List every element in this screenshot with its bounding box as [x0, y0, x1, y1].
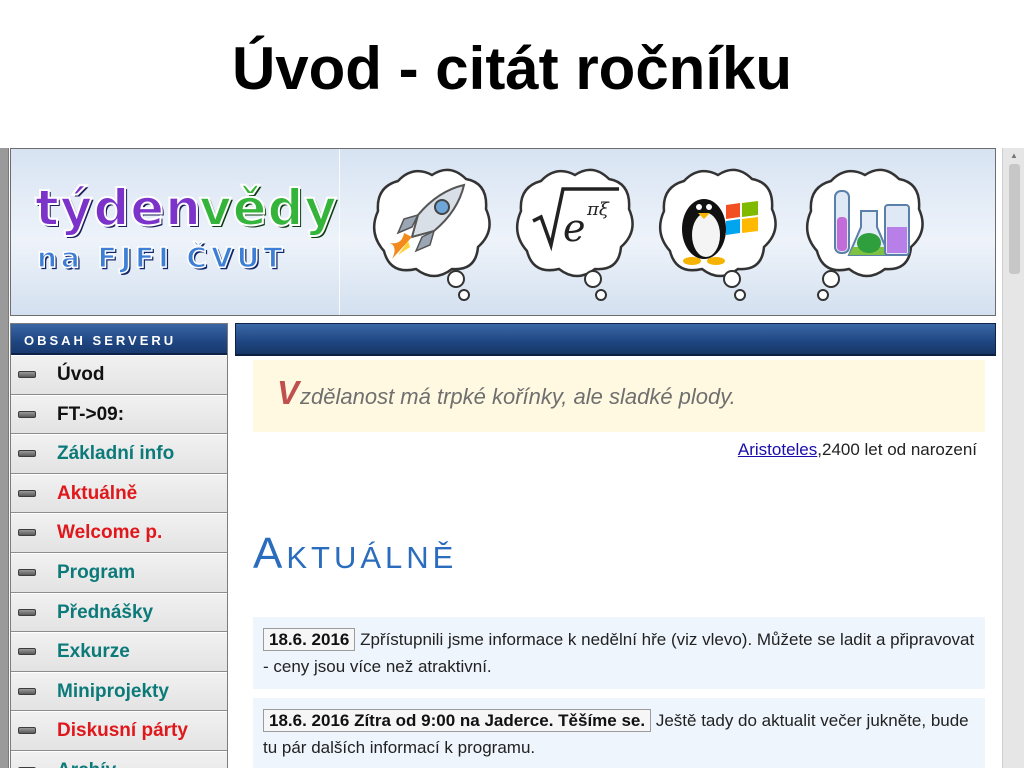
sidebar-item[interactable]: Program — [11, 552, 227, 593]
page-viewport: týden vědy na FJFI ČVUT e πξ OBSAH SERVE… — [0, 148, 1024, 768]
section-title-rest: KTUÁLNĚ — [286, 540, 458, 575]
svg-text:πξ: πξ — [586, 199, 610, 220]
menu-bullet-icon — [18, 608, 36, 616]
main-header-bar — [235, 323, 996, 356]
chemistry-flasks-icon — [805, 168, 924, 301]
sidebar-item-label[interactable]: Archív — [57, 760, 116, 768]
rocket-icon — [372, 168, 491, 301]
sidebar-item[interactable]: Welcome p. — [11, 513, 227, 553]
scroll-thumb[interactable] — [1009, 164, 1020, 274]
left-frame-edge — [0, 148, 9, 768]
logo-text-vedy: vědy — [198, 178, 338, 238]
menu-bullet-icon — [18, 529, 36, 537]
sidebar-item[interactable]: FT->09: — [11, 394, 227, 435]
menu-bullet-icon — [18, 489, 36, 497]
logo-text-tyden: týden — [34, 178, 202, 238]
sidebar-item[interactable]: Aktuálně — [11, 473, 227, 514]
menu-bullet-icon — [18, 568, 36, 576]
news-text: Zpřístupnili jsme informace k nedělní hř… — [263, 630, 975, 676]
sidebar-item-label[interactable]: FT->09: — [57, 404, 124, 426]
news-item: 18.6. 2016 Zpřístupnili jsme informace k… — [253, 617, 985, 689]
menu-bullet-icon — [18, 410, 36, 418]
nav-list: Úvod FT->09: Základní info Aktuálně Welcome … — [11, 355, 227, 768]
window-title-bar: Úvod - citát ročníku — [0, 0, 1024, 148]
menu-bullet-icon — [18, 450, 36, 458]
banner-divider — [339, 149, 340, 315]
quote-box: V zdělanost má trpké kořínky, ale sladké… — [253, 360, 985, 432]
quote-attribution: Aristoteles,2400 let od narození — [738, 440, 977, 460]
site-logo[interactable]: týden vědy na FJFI ČVUT — [31, 178, 338, 279]
sidebar-item-label[interactable]: Exkurze — [57, 641, 130, 663]
quote-text: zdělanost má trpké kořínky, ale sladké p… — [300, 384, 736, 409]
sidebar-item-label[interactable]: Program — [57, 562, 135, 584]
vertical-scrollbar[interactable]: ▲ — [1002, 148, 1024, 768]
main-content: V zdělanost má trpké kořínky, ale sladké… — [235, 323, 996, 768]
scroll-up-arrow-icon[interactable]: ▲ — [1003, 148, 1024, 164]
sidebar-header: OBSAH SERVERU — [11, 324, 227, 355]
sidebar-item-label[interactable]: Aktuálně — [57, 483, 137, 505]
news-item: 18.6. 2016 Zítra od 9:00 na Jaderce. Těš… — [253, 698, 985, 768]
sidebar-item[interactable]: Úvod — [11, 355, 227, 395]
sidebar-item[interactable]: Přednášky — [11, 592, 227, 633]
section-title: AKTUÁLNĚ — [253, 529, 457, 579]
quote-attribution-suffix: ,2400 let od narození — [817, 440, 977, 459]
sidebar-item-label[interactable]: Přednášky — [57, 602, 153, 624]
menu-bullet-icon — [18, 371, 36, 378]
menu-bullet-icon — [18, 687, 36, 695]
sidebar-item-label[interactable]: Diskusní párty — [57, 720, 188, 742]
news-date: 18.6. 2016 Zítra od 9:00 na Jaderce. Těš… — [263, 709, 652, 732]
sidebar-item[interactable]: Základní info — [11, 434, 227, 474]
section-title-initial: A — [253, 529, 287, 578]
sidebar-nav: OBSAH SERVERU Úvod FT->09: Základní info Ak… — [10, 323, 228, 768]
menu-bullet-icon — [18, 727, 36, 735]
svg-text:e: e — [563, 206, 586, 250]
logo-text-fjfi: na FJFI ČVUT — [36, 240, 287, 275]
sidebar-item[interactable]: Exkurze — [11, 632, 227, 672]
penguin-windows-icon — [658, 168, 777, 301]
header-banner: týden vědy na FJFI ČVUT e πξ — [10, 148, 996, 316]
sidebar-item[interactable]: Archív — [11, 750, 227, 768]
sidebar-item-label[interactable]: Welcome p. — [57, 522, 162, 544]
sidebar-item-label[interactable]: Úvod — [57, 364, 105, 386]
sidebar-item-label[interactable]: Miniprojekty — [57, 681, 169, 703]
sidebar-item[interactable]: Diskusní párty — [11, 711, 227, 751]
menu-bullet-icon — [18, 648, 36, 656]
quote-initial: V — [277, 374, 300, 411]
page-title: Úvod - citát ročníku — [231, 35, 793, 102]
sidebar-item-label[interactable]: Základní info — [57, 443, 174, 465]
math-formula-icon: e πξ — [515, 168, 634, 301]
author-link[interactable]: Aristoteles — [738, 440, 817, 459]
sidebar-item[interactable]: Miniprojekty — [11, 671, 227, 712]
news-date: 18.6. 2016 — [263, 628, 356, 651]
